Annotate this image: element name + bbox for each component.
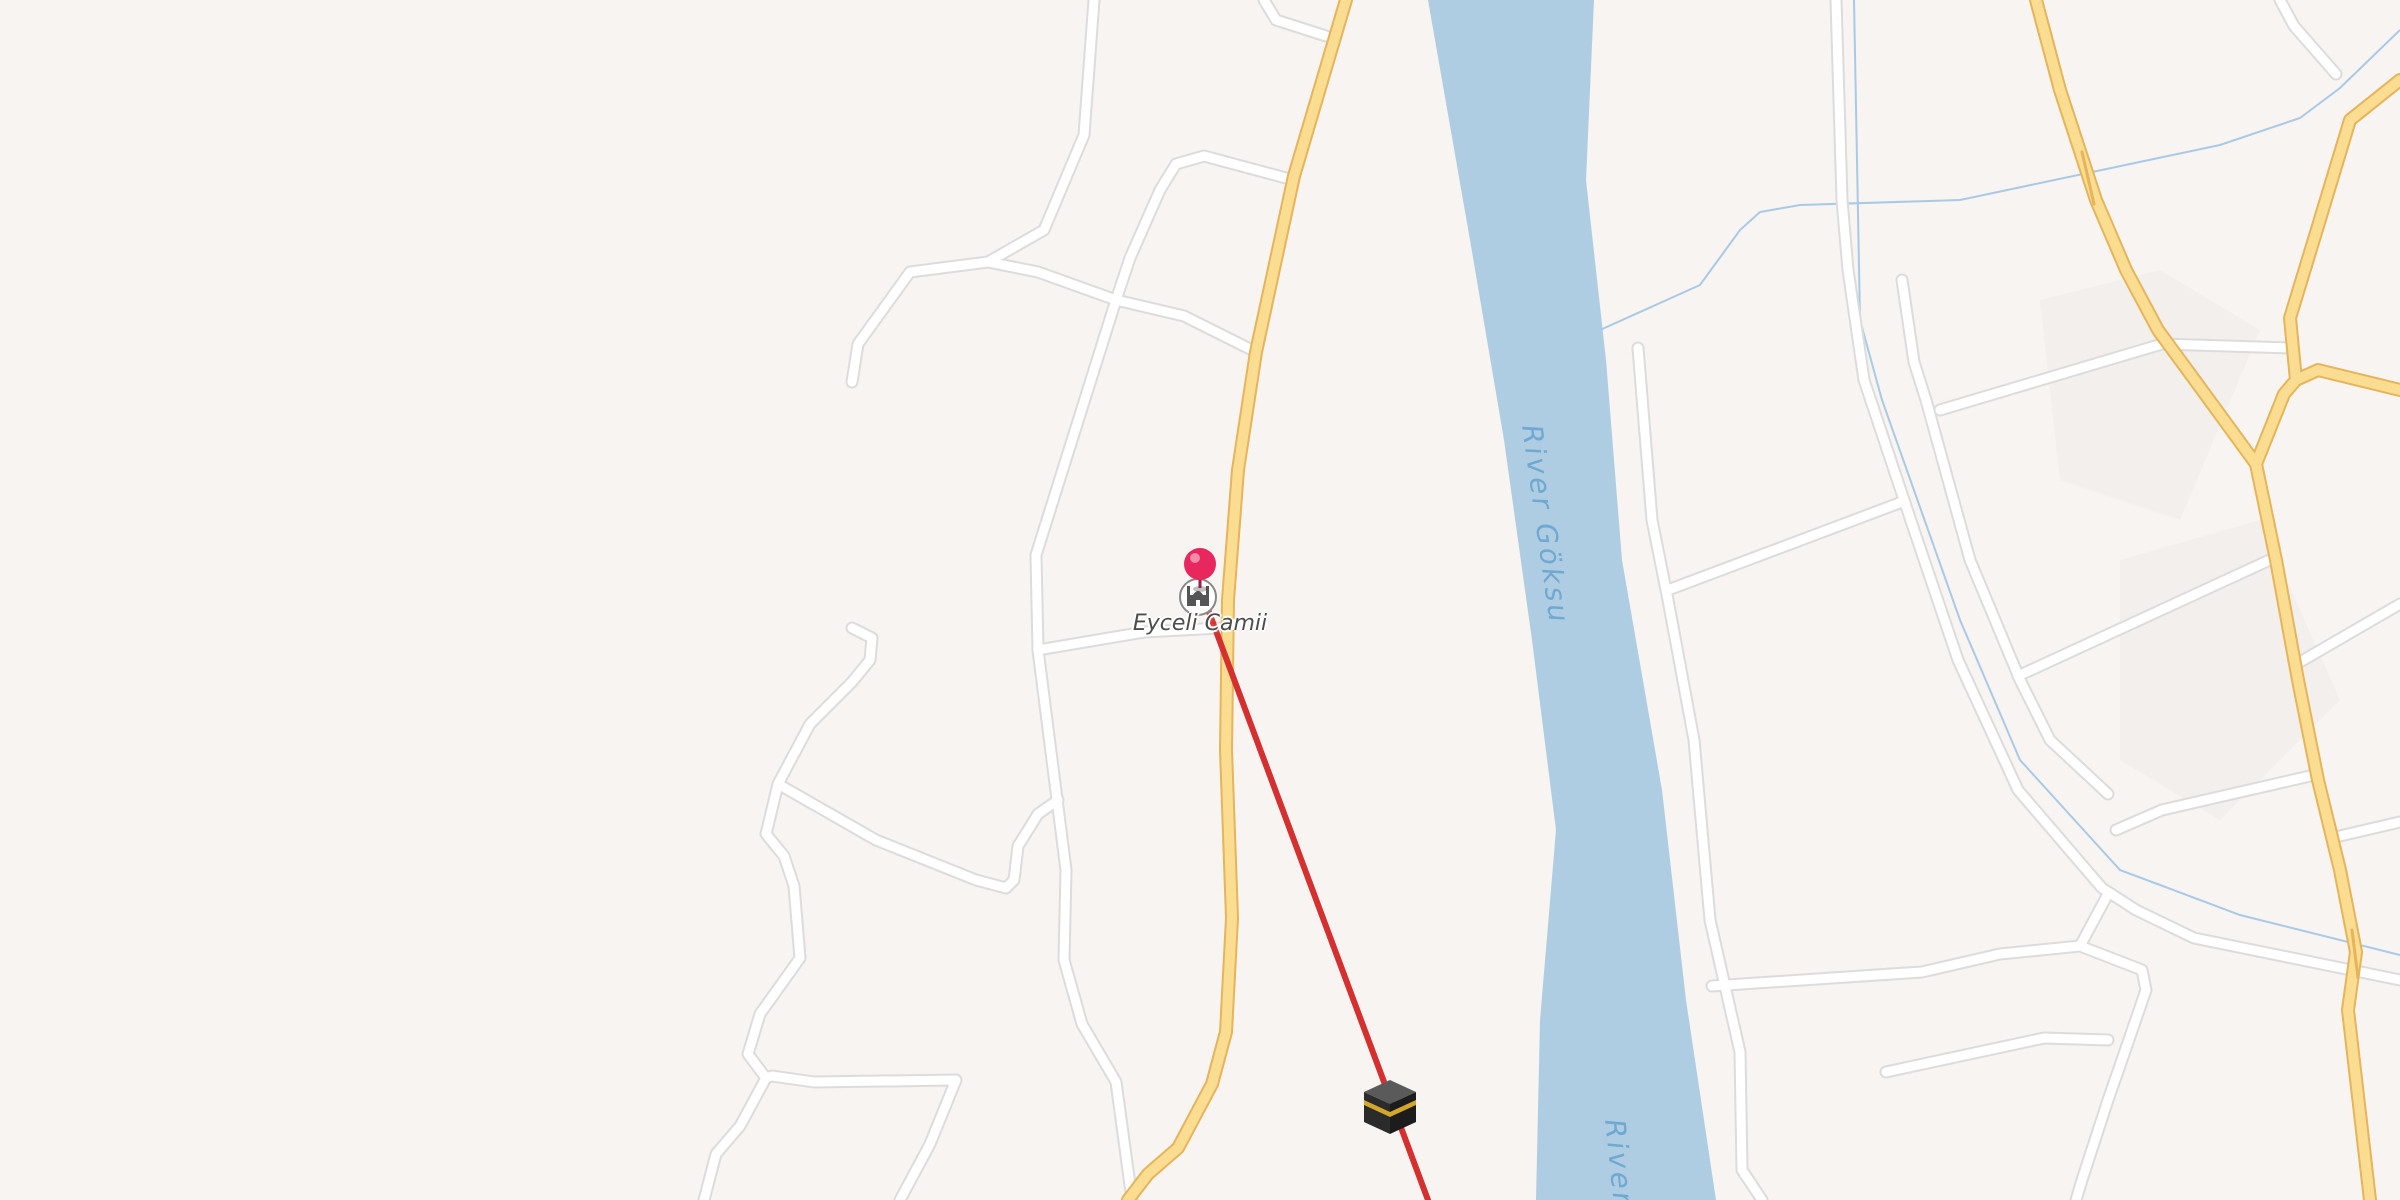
map-canvas[interactable]: River Göksu River [0,0,2400,1200]
poi-label: Eyceli Camii [1132,611,1268,636]
mosque-icon[interactable] [1179,578,1217,616]
